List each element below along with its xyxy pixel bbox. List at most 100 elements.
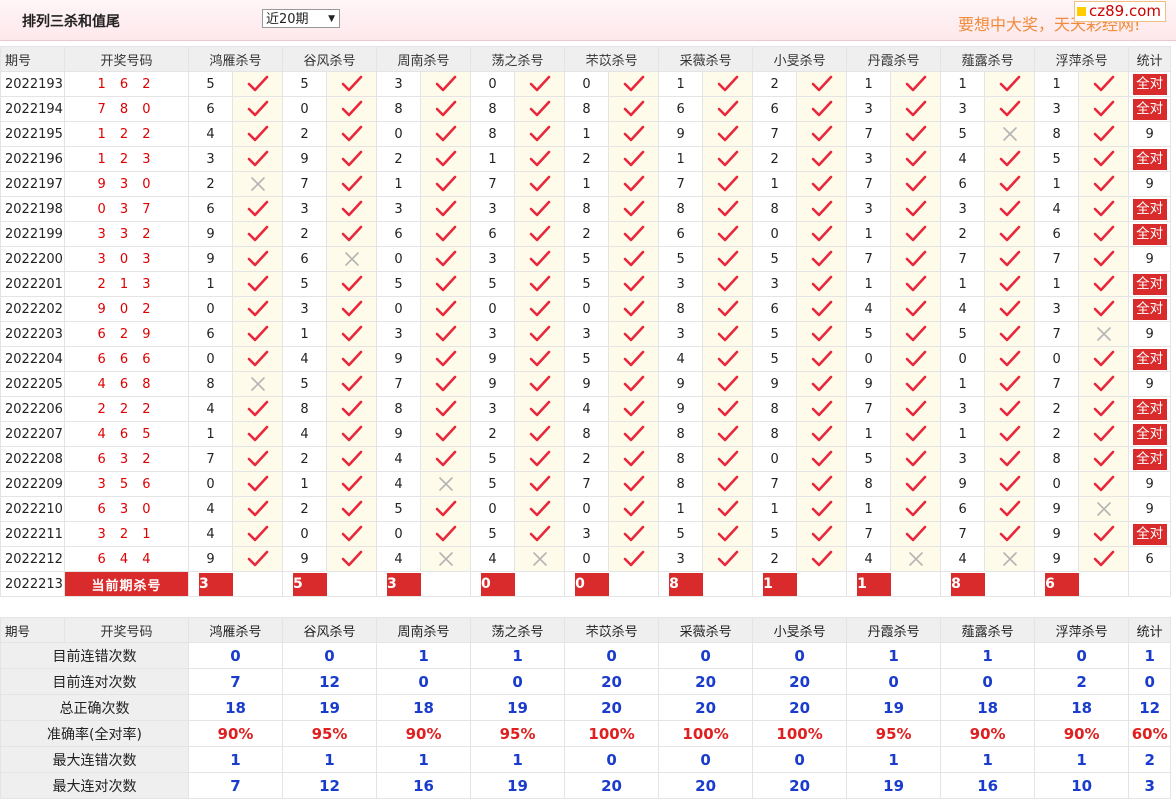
stats-row: 总正确次数 18 19 18 19 20 20 20 19 18 18 12 [0,694,1172,721]
check-icon [420,521,472,547]
check-icon [231,546,284,572]
kill-number: 5 [846,321,892,347]
current-kill-number: 6 [1045,572,1080,596]
kill-number: 7 [658,171,704,197]
check-icon [326,196,378,222]
period-select[interactable]: 近20期 ▼ [262,9,340,28]
check-icon [326,546,378,572]
stats-value: 3 [1128,772,1172,799]
check-icon [231,346,284,372]
all-correct-badge: 全对 [1132,98,1167,120]
stats-value: 20 [752,694,848,721]
check-icon [608,171,660,197]
stats-value: 0 [846,668,942,695]
all-correct-badge: 全对 [1132,398,1167,420]
check-icon [608,196,660,222]
kill-number: 3 [564,521,610,547]
kill-number: 2 [376,146,422,172]
kill-number: 1 [188,421,233,447]
cross-icon [231,171,284,197]
kill-number: 3 [282,296,328,322]
issue-number: 2022196 [0,146,65,172]
kill-number: 8 [658,421,704,447]
kill-number: 5 [376,271,422,297]
table-row: 2022206 2 2 2 4 8 8 3 4 9 8 7 3 2 全对 [0,396,1172,422]
stat-cell: 全对 [1128,71,1172,97]
check-icon [890,196,942,222]
kill-number: 8 [470,96,516,122]
draw-number: 1 2 2 [64,121,189,147]
check-icon [702,446,754,472]
stats-value: 18 [1034,694,1130,721]
check-icon [608,71,660,97]
kill-number: 4 [470,546,516,572]
kill-number: 8 [470,121,516,147]
kill-number: 9 [376,421,422,447]
check-icon [420,496,472,522]
check-icon [326,371,378,397]
kill-number: 8 [564,96,610,122]
site-logo[interactable]: cz89.com [1074,1,1167,22]
stats-value: 1 [470,746,566,773]
draw-number: 6 3 0 [64,496,189,522]
check-icon [890,71,942,97]
column-header: 采薇杀号 [658,46,754,72]
stats-label: 目前连错次数 [0,642,189,669]
kill-number: 8 [282,396,328,422]
stats-value: 1 [470,642,566,669]
check-icon [231,471,284,497]
check-icon [326,221,378,247]
kill-number: 8 [564,196,610,222]
check-icon [796,371,848,397]
kill-number: 8 [188,371,233,397]
stats-value: 0 [376,668,472,695]
kill-number: 6 [940,171,986,197]
stats-value: 0 [1128,668,1172,695]
kill-number: 9 [282,546,328,572]
kill-number: 3 [846,196,892,222]
all-correct-badge: 全对 [1132,448,1167,470]
column-header: 谷风杀号 [282,617,378,643]
stats-row: 目前连错次数 0 0 1 1 0 0 0 1 1 0 1 [0,642,1172,669]
cross-icon [231,371,284,397]
issue-number: 2022202 [0,296,65,322]
kill-number: 0 [564,496,610,522]
check-icon [890,421,942,447]
table-row: 2022193 1 6 2 5 5 3 0 0 1 2 1 1 1 全对 [0,71,1172,97]
stat-cell: 全对 [1128,146,1172,172]
kill-number: 6 [188,321,233,347]
check-icon [420,396,472,422]
cross-icon [326,246,378,272]
kill-number: 1 [470,146,516,172]
stats-label: 目前连对次数 [0,668,189,695]
issue-number: 2022203 [0,321,65,347]
stats-value: 100% [564,720,660,747]
stats-value: 95% [470,720,566,747]
check-icon [1078,471,1130,497]
current-kill-number: 3 [387,572,422,596]
stats-value: 19 [282,694,378,721]
kill-number: 1 [282,321,328,347]
check-icon [514,471,566,497]
kill-table: 期号 开奖号码 鸿雁杀号 谷风杀号 周南杀号 荡之杀号 芣苡杀号 采薇杀号 小旻杀号 丹霞杀号 薤露… [0,46,1172,597]
stats-label: 准确率(全对率) [0,720,189,747]
check-icon [608,296,660,322]
kill-number: 0 [470,71,516,97]
stats-value: 20 [564,772,660,799]
column-header: 鸿雁杀号 [187,46,284,72]
stat-cell: 全对 [1128,296,1172,322]
kill-number: 4 [188,396,233,422]
kill-number: 3 [282,196,328,222]
check-icon [514,396,566,422]
check-icon [890,221,942,247]
kill-number: 2 [470,421,516,447]
kill-number: 0 [376,246,422,272]
check-icon [514,221,566,247]
kill-number: 6 [470,221,516,247]
kill-number: 4 [188,521,233,547]
cross-icon [984,546,1036,572]
check-icon [326,271,378,297]
check-icon [231,121,284,147]
top-bar: 排列三杀和值尾 近20期 ▼ 要想中大奖，天天彩经网! cz89.com [0,0,1176,41]
check-icon [796,146,848,172]
